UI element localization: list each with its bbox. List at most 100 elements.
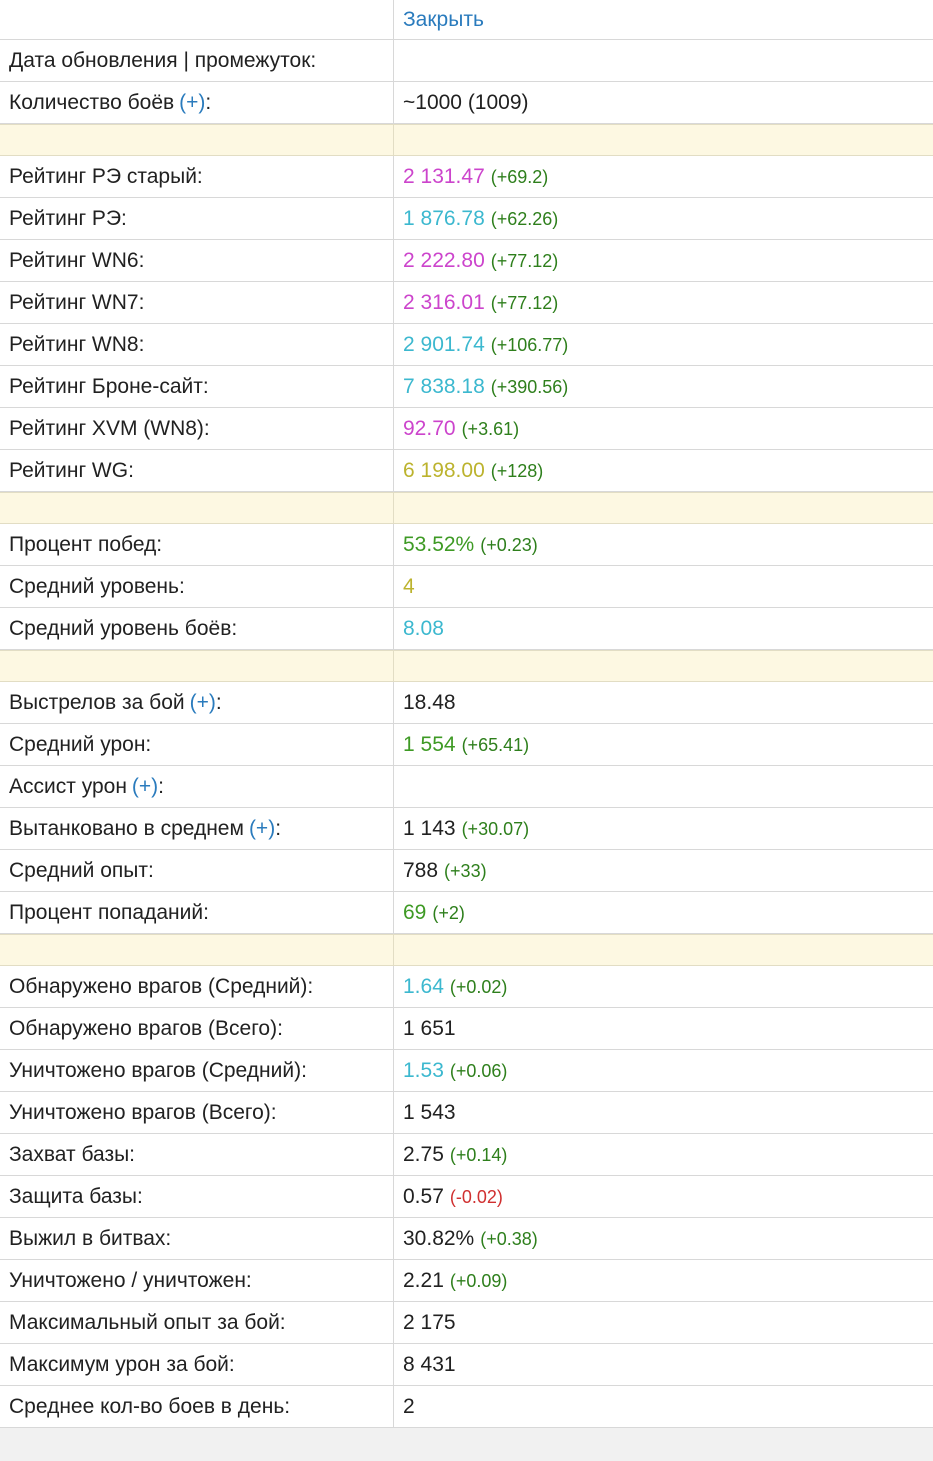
stat-label-cell: Ассист урон (+):: [0, 766, 394, 807]
label-colon: :: [215, 691, 222, 714]
stat-label: Процент попаданий:: [9, 901, 209, 924]
stat-label: Обнаружено врагов (Всего):: [9, 1017, 283, 1040]
header-action-cell: Закрыть: [394, 0, 933, 39]
stat-value: 2 175: [403, 1311, 456, 1334]
stat-value: 6 198.00: [403, 459, 485, 482]
stat-value: 2: [403, 1395, 415, 1418]
stat-value: 1 543: [403, 1101, 456, 1124]
section-divider: [0, 934, 933, 966]
stat-value: 2.21: [403, 1269, 444, 1292]
table-row: Количество боёв (+): ~1000 (1009): [0, 82, 933, 124]
table-row: Обнаружено врагов (Всего): 1 651: [0, 1008, 933, 1050]
stat-value: ~1000 (1009): [403, 91, 529, 114]
stat-value-cell: 788 (+33): [394, 850, 933, 891]
stat-value: 2 316.01: [403, 291, 485, 314]
divider-cell: [0, 651, 394, 681]
stat-label-cell: Рейтинг WN7:: [0, 282, 394, 323]
label-colon: :: [205, 91, 212, 114]
stat-value: 2 131.47: [403, 165, 485, 188]
stat-label-cell: Средний уровень:: [0, 566, 394, 607]
stat-value-cell: 18.48: [394, 682, 933, 723]
table-row: Рейтинг WN7: 2 316.01 (+77.12): [0, 282, 933, 324]
stat-value: 7 838.18: [403, 375, 485, 398]
stat-value: 1 876.78: [403, 207, 485, 230]
stat-value-cell: 1 543: [394, 1092, 933, 1133]
table-row: Рейтинг WG: 6 198.00 (+128): [0, 450, 933, 492]
stat-value-cell: 2 131.47 (+69.2): [394, 156, 933, 197]
stat-value-cell: 2.75 (+0.14): [394, 1134, 933, 1175]
stat-label-cell: Рейтинг Броне-сайт:: [0, 366, 394, 407]
stat-label: Защита базы:: [9, 1185, 143, 1208]
stat-value-cell: 1.64 (+0.02): [394, 966, 933, 1007]
table-row: Максимальный опыт за бой: 2 175: [0, 1302, 933, 1344]
stat-value-cell: 1 554 (+65.41): [394, 724, 933, 765]
stat-value-cell: 8 431: [394, 1344, 933, 1385]
header-empty-cell: [0, 0, 394, 39]
stat-label: Выжил в битвах:: [9, 1227, 172, 1250]
table-row: Максимум урон за бой: 8 431: [0, 1344, 933, 1386]
stat-label-cell: Вытанковано в среднем (+):: [0, 808, 394, 849]
stat-delta: (+30.07): [461, 818, 530, 839]
stat-value: 2.75: [403, 1143, 444, 1166]
stat-value-cell: 2: [394, 1386, 933, 1427]
stat-value: 4: [403, 575, 415, 598]
stat-label-cell: Выжил в битвах:: [0, 1218, 394, 1259]
stat-delta: (+69.2): [490, 166, 549, 187]
stat-value-cell: 2 901.74 (+106.77): [394, 324, 933, 365]
stat-value-cell: 92.70 (+3.61): [394, 408, 933, 449]
section-divider: [0, 124, 933, 156]
table-row: Средний урон: 1 554 (+65.41): [0, 724, 933, 766]
table-row: Выстрелов за бой (+): 18.48: [0, 682, 933, 724]
table-row: Среднее кол-во боев в день: 2: [0, 1386, 933, 1428]
stat-value: 0.57: [403, 1185, 444, 1208]
stat-label-cell: Процент попаданий:: [0, 892, 394, 933]
stat-label: Рейтинг РЭ старый:: [9, 165, 203, 188]
table-row: Рейтинг WN8: 2 901.74 (+106.77): [0, 324, 933, 366]
stat-delta: (+0.14): [449, 1144, 508, 1165]
label-colon: :: [158, 775, 165, 798]
stat-label: Захват базы:: [9, 1143, 135, 1166]
stat-label: Обнаружено врагов (Средний):: [9, 975, 314, 998]
stat-value-cell: 53.52% (+0.23): [394, 524, 933, 565]
stat-label: Рейтинг WN6:: [9, 249, 145, 272]
stat-label-cell: Рейтинг WN8:: [0, 324, 394, 365]
stat-label: Процент побед:: [9, 533, 163, 556]
stat-delta: (+0.02): [449, 976, 508, 997]
stat-delta: (+3.61): [461, 418, 520, 439]
divider-cell: [394, 651, 933, 681]
expand-link[interactable]: (+): [179, 92, 205, 113]
stat-value: 2 222.80: [403, 249, 485, 272]
expand-link[interactable]: (+): [249, 818, 275, 839]
stat-label: Дата обновления | промежуток:: [9, 49, 317, 72]
stat-label-cell: Среднее кол-во боев в день:: [0, 1386, 394, 1427]
stat-label-cell: Рейтинг WN6:: [0, 240, 394, 281]
stat-value-cell: [394, 766, 933, 807]
stat-label: Уничтожено / уничтожен:: [9, 1269, 252, 1292]
close-link[interactable]: Закрыть: [403, 9, 484, 30]
stat-value: 18.48: [403, 691, 456, 714]
stat-delta: (+0.23): [480, 534, 538, 555]
stat-value-cell: 2 222.80 (+77.12): [394, 240, 933, 281]
stat-label-cell: Защита базы:: [0, 1176, 394, 1217]
table-row: Рейтинг РЭ старый: 2 131.47 (+69.2): [0, 156, 933, 198]
stat-label-cell: Средний урон:: [0, 724, 394, 765]
stat-delta: (+128): [490, 460, 544, 481]
stat-label: Средний урон:: [9, 733, 152, 756]
divider-cell: [0, 493, 394, 523]
stat-label-cell: Уничтожено / уничтожен:: [0, 1260, 394, 1301]
divider-cell: [394, 125, 933, 155]
stat-value: 69: [403, 901, 427, 924]
stat-label: Рейтинг XVM (WN8):: [9, 417, 210, 440]
stat-value-cell: 1 651: [394, 1008, 933, 1049]
stat-value: 788: [403, 859, 439, 882]
stat-label: Средний уровень боёв:: [9, 617, 238, 640]
stat-label-cell: Рейтинг РЭ старый:: [0, 156, 394, 197]
stat-value: 8 431: [403, 1353, 456, 1376]
expand-link[interactable]: (+): [132, 776, 158, 797]
table-row: Обнаружено врагов (Средний): 1.64 (+0.02): [0, 966, 933, 1008]
stat-label-cell: Процент побед:: [0, 524, 394, 565]
table-row: Рейтинг WN6: 2 222.80 (+77.12): [0, 240, 933, 282]
expand-link[interactable]: (+): [190, 692, 216, 713]
stat-value-cell: 2.21 (+0.09): [394, 1260, 933, 1301]
stat-label-cell: Захват базы:: [0, 1134, 394, 1175]
